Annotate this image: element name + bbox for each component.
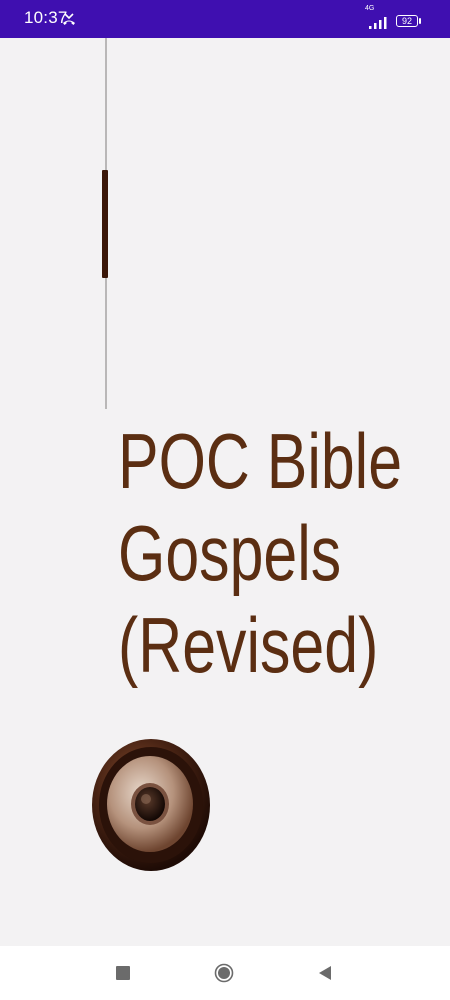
app-title: POC Bible Gospels (Revised) [118, 415, 403, 691]
back-button[interactable] [317, 965, 333, 981]
status-time: 10:37 [24, 8, 68, 27]
scroll-thumb[interactable] [102, 170, 108, 278]
status-bar: 10:37 4G 92 [0, 0, 450, 38]
battery-icon: 92 [396, 15, 418, 27]
signal-icon [369, 17, 387, 29]
title-line-1: POC Bible [118, 417, 403, 505]
title-line-3: (Revised) [118, 601, 379, 689]
network-type-label: 4G [365, 5, 375, 12]
battery-tip [419, 18, 421, 24]
title-line-2: Gospels [118, 509, 342, 597]
home-button[interactable] [214, 963, 234, 983]
recents-button[interactable] [116, 966, 130, 980]
navigation-bar [0, 946, 450, 1000]
speaker-icon[interactable] [90, 737, 212, 873]
battery-level: 92 [401, 16, 412, 26]
missed-call-icon [63, 13, 75, 25]
